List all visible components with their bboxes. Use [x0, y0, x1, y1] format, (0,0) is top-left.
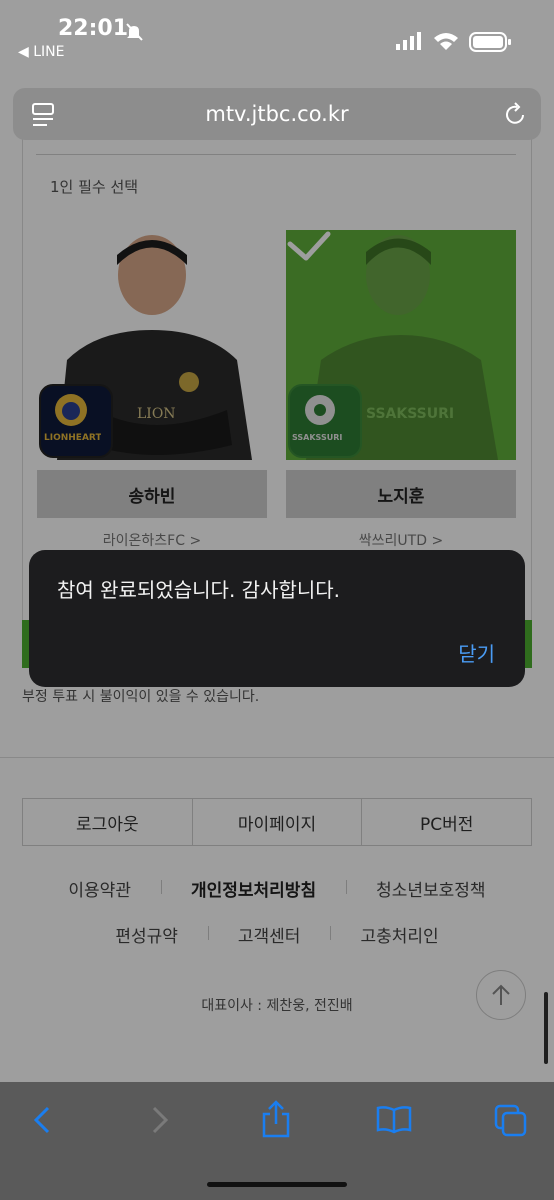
status-icons: [396, 32, 511, 52]
silent-bell-icon: [126, 23, 143, 41]
alert-message: 참여 완료되었습니다. 감사합니다.: [57, 578, 341, 602]
clock: 22:01: [58, 16, 129, 41]
share-icon[interactable]: [260, 1100, 292, 1140]
bookmarks-icon[interactable]: [376, 1104, 412, 1136]
back-icon[interactable]: [30, 1104, 54, 1136]
home-indicator[interactable]: [207, 1182, 347, 1187]
tabs-icon[interactable]: [494, 1104, 528, 1138]
url-text[interactable]: mtv.jtbc.co.kr: [13, 102, 541, 126]
forward-icon[interactable]: [148, 1104, 172, 1136]
status-bar: 22:01 ◀ LINE: [0, 0, 554, 80]
reload-icon[interactable]: [503, 101, 527, 127]
address-bar[interactable]: mtv.jtbc.co.kr: [13, 88, 541, 140]
alert-dialog: 참여 완료되었습니다. 감사합니다. 닫기: [29, 550, 525, 687]
back-to-app-link[interactable]: ◀ LINE: [18, 44, 64, 60]
close-button[interactable]: 닫기: [458, 638, 495, 667]
